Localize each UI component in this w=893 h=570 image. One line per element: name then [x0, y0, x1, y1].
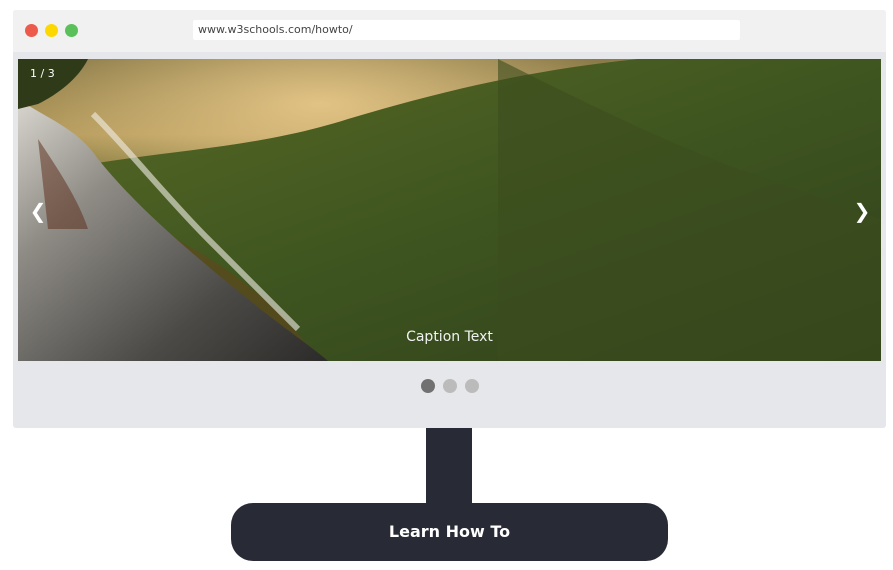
browser-titlebar: www.w3schools.com/howto/	[13, 10, 886, 52]
slide-dot-3[interactable]	[464, 379, 479, 393]
close-window-dot[interactable]	[25, 24, 38, 37]
mountain-forest-image	[18, 59, 881, 361]
maximize-window-dot[interactable]	[65, 24, 78, 37]
slide-dot-1[interactable]	[420, 379, 435, 393]
slide-dot-2[interactable]	[442, 379, 457, 393]
minimize-window-dot[interactable]	[45, 24, 58, 37]
slide-indicators	[13, 379, 886, 393]
monitor-stand-neck	[426, 428, 472, 506]
next-slide-button[interactable]: ❯	[850, 199, 874, 223]
slideshow-slide: 1 / 3 ❮ ❯ Caption Text	[18, 59, 881, 361]
slide-number-text: 1 / 3	[30, 67, 55, 80]
browser-window: www.w3schools.com/howto/ 1 / 3 ❮ ❯ Capti…	[13, 10, 886, 428]
slide-caption: Caption Text	[406, 329, 493, 345]
address-bar[interactable]: www.w3schools.com/howto/	[193, 20, 740, 40]
previous-slide-button[interactable]: ❮	[26, 199, 50, 223]
learn-how-to-button[interactable]: Learn How To	[231, 503, 668, 561]
